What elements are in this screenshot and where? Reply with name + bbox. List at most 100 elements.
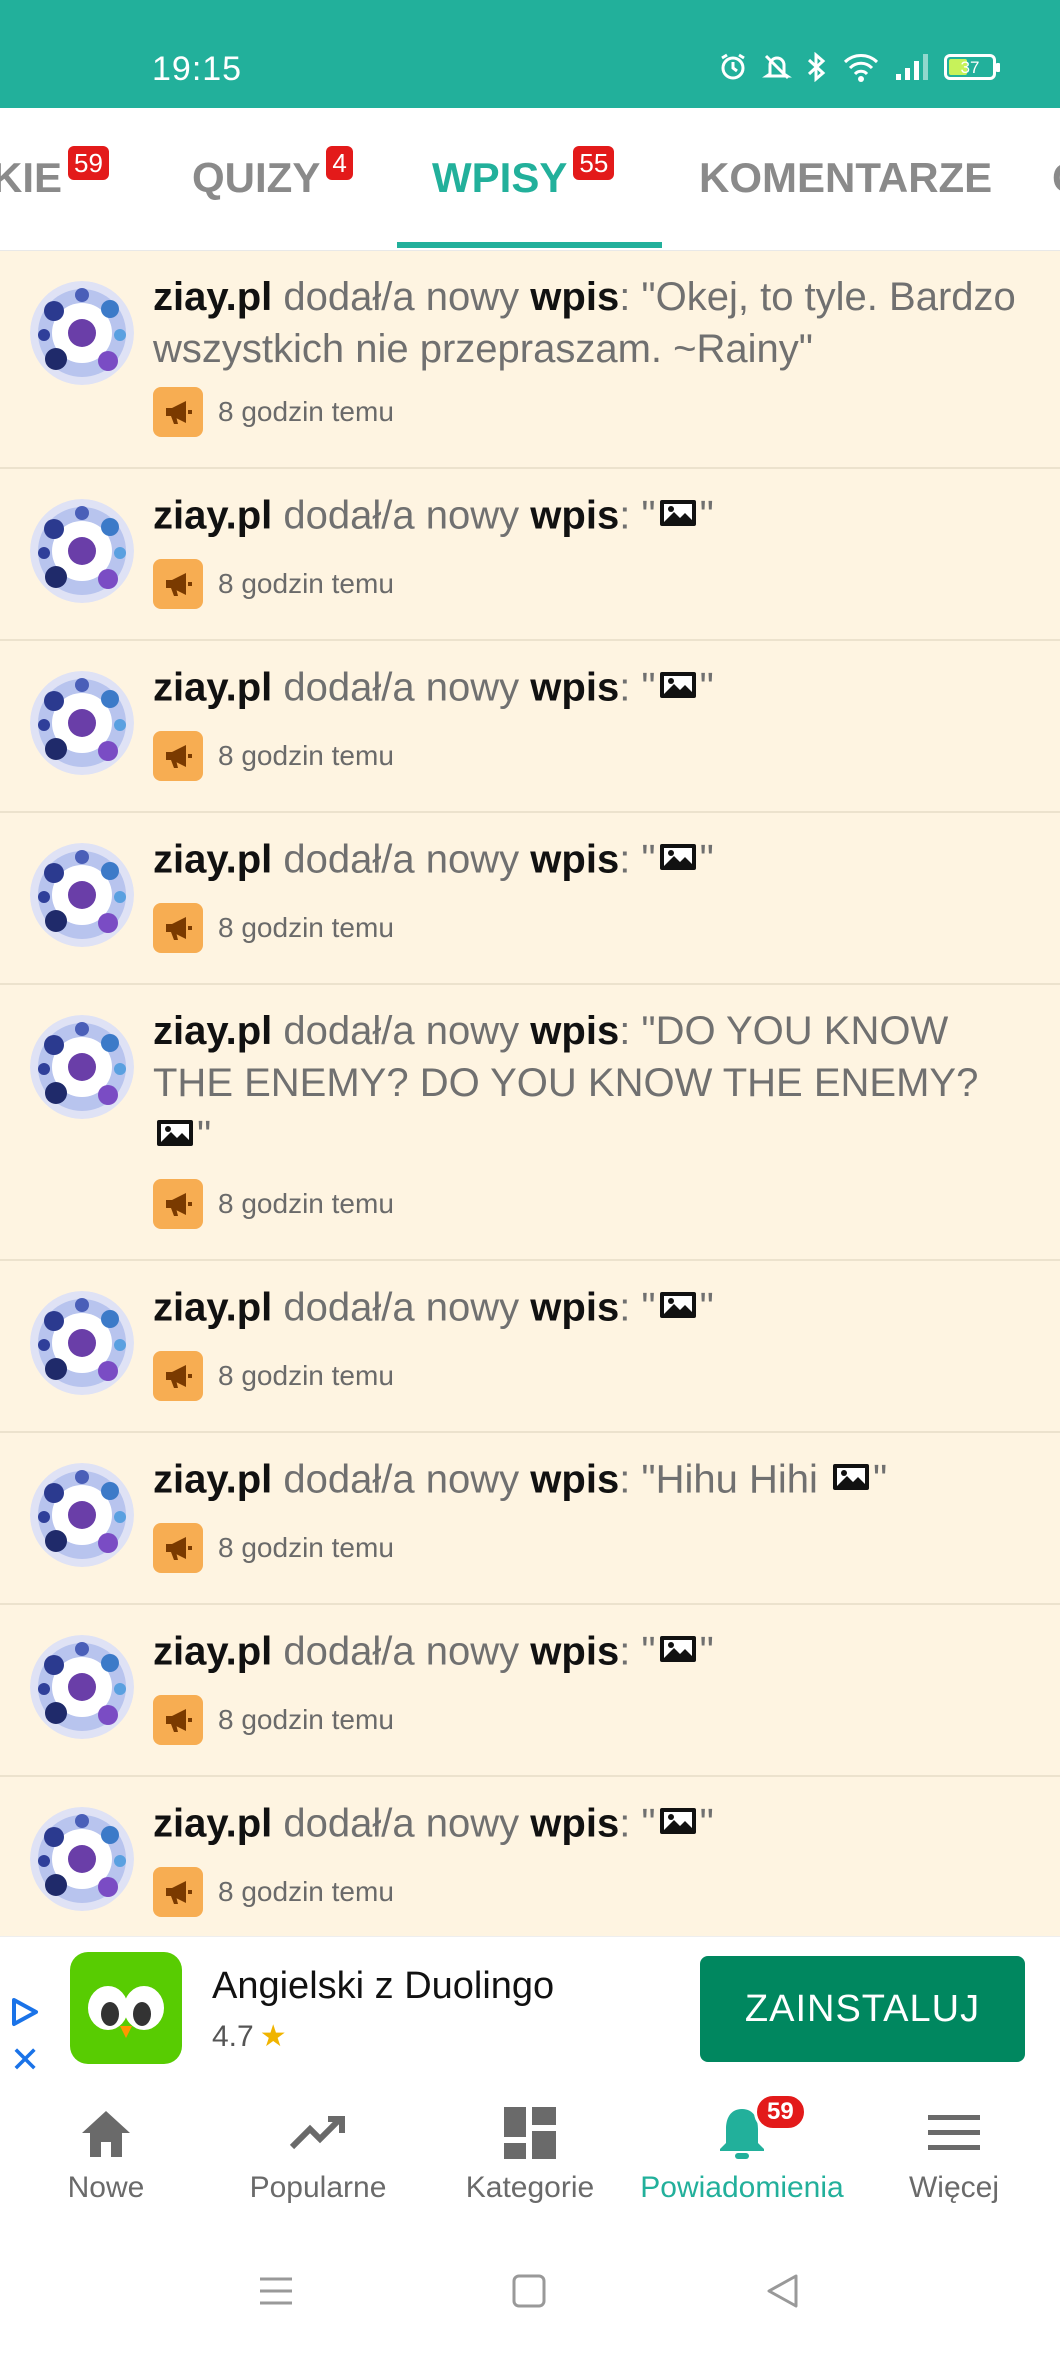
notification-text: ziay.pl dodał/a nowy wpis: " " [153,1797,1030,1855]
ad-banner[interactable]: ✕ Angielski z Duolingo 4.7 ★ ZAINSTALUJ [0,1936,1060,2085]
ad-choices-icon[interactable] [8,1995,42,2029]
timestamp: 8 godzin temu [218,1876,394,1907]
tab-label: KIE [0,154,63,201]
username[interactable]: ziay.pl [153,1802,272,1846]
timestamp: 8 godzin temu [218,568,394,599]
image-icon [658,1625,698,1677]
nav-label: Kategorie [465,2171,595,2204]
notification-list[interactable]: ziay.pl dodał/a nowy wpis: "Okej, to tyl… [0,251,1060,1949]
signal-icon [896,54,928,80]
timestamp: 8 godzin temu [218,396,394,427]
timestamp: 8 godzin temu [218,740,394,771]
notification-content: ziay.pl dodał/a nowy wpis: "DO YOU KNOW … [153,985,1060,1259]
tab-label: O [1052,154,1060,201]
tab-kie[interactable]: KIE59 [0,146,109,202]
username[interactable]: ziay.pl [153,494,272,538]
username[interactable]: ziay.pl [153,1458,272,1502]
notification-item[interactable]: ziay.pl dodał/a nowy wpis: " " 8 godzin t… [0,1605,1060,1777]
status-icons: 37 [718,52,1000,82]
action-text: dodał/a nowy [283,1285,520,1330]
tab-next[interactable]: O [1052,154,1060,202]
entry-text: : " [619,493,656,538]
mute-bell-icon [762,54,792,80]
user-avatar[interactable] [30,1291,134,1395]
image-icon [658,661,698,713]
nav-label: Więcej [908,2171,999,2204]
notification-meta: 8 godzin temu [153,1867,1030,1917]
ad-close-icon[interactable]: ✕ [10,2039,40,2081]
username[interactable]: ziay.pl [153,275,272,319]
notification-content: ziay.pl dodał/a nowy wpis: " " 8 godzin t… [153,1261,1060,1431]
user-avatar[interactable] [30,671,134,775]
status-bar: 19:15 37 [0,0,1060,108]
user-avatar[interactable] [30,1635,134,1739]
notification-item[interactable]: ziay.pl dodał/a nowy wpis: " " 8 godzin t… [0,1261,1060,1433]
notification-content: ziay.pl dodał/a nowy wpis: " " 8 godzin t… [153,1777,1060,1947]
entry-text-end: " [699,665,714,710]
home-button-icon[interactable] [511,2273,547,2309]
notification-content: ziay.pl dodał/a nowy wpis: "Hihu Hihi " … [153,1433,1060,1603]
bottom-navigation: Nowe Popularne Kategorie 59 Powiadomieni… [0,2085,1060,2235]
notification-item[interactable]: ziay.pl dodał/a nowy wpis: "Okej, to tyl… [0,251,1060,469]
action-text: dodał/a nowy [283,665,520,710]
username[interactable]: ziay.pl [153,838,272,882]
entry-kind: wpis [530,837,620,882]
notification-item[interactable]: ziay.pl dodał/a nowy wpis: " " 8 godzin t… [0,469,1060,641]
action-text: dodał/a nowy [283,1009,520,1053]
username[interactable]: ziay.pl [153,666,272,710]
duolingo-app-icon[interactable] [70,1952,182,2064]
nav-popularne[interactable]: Popularne [212,2085,424,2235]
tab-badge: 59 [68,146,109,180]
nav-wiecej[interactable]: Więcej [848,2085,1060,2235]
action-text: dodał/a nowy [283,1801,520,1846]
notification-meta: 8 godzin temu [153,559,1030,609]
notification-count-badge: 59 [754,2093,807,2131]
megaphone-icon [153,1351,203,1401]
nav-powiadomienia[interactable]: 59 Powiadomienia [636,2085,848,2235]
image-icon [658,1281,698,1333]
entry-kind: wpis [530,665,620,710]
user-avatar[interactable] [30,499,134,603]
notification-content: ziay.pl dodał/a nowy wpis: "Okej, to tyl… [153,251,1060,467]
nav-nowe[interactable]: Nowe [0,2085,212,2235]
megaphone-icon [153,1695,203,1745]
notification-meta: 8 godzin temu [153,1351,1030,1401]
recent-apps-icon[interactable] [258,2273,294,2309]
user-avatar[interactable] [30,1463,134,1567]
back-button-icon[interactable] [764,2273,800,2309]
megaphone-icon [153,1867,203,1917]
tab-label: WPISY [432,154,568,201]
username[interactable]: ziay.pl [153,1630,272,1674]
rating-value: 4.7 [212,2020,254,2053]
entry-text-end: " [873,1457,888,1502]
nav-kategorie[interactable]: Kategorie [424,2085,636,2235]
user-avatar[interactable] [30,1015,134,1119]
notification-item[interactable]: ziay.pl dodał/a nowy wpis: "DO YOU KNOW … [0,985,1060,1261]
user-avatar[interactable] [30,843,134,947]
megaphone-icon [153,731,203,781]
tab-wpisy[interactable]: WPISY 55 [432,146,615,202]
notification-item[interactable]: ziay.pl dodał/a nowy wpis: " " 8 godzin t… [0,1777,1060,1949]
tab-komentarze[interactable]: KOMENTARZE [699,154,992,202]
install-button[interactable]: ZAINSTALUJ [700,1956,1025,2062]
timestamp: 8 godzin temu [218,912,394,943]
user-avatar[interactable] [30,281,134,385]
notification-item[interactable]: ziay.pl dodał/a nowy wpis: " " 8 godzin t… [0,813,1060,985]
timestamp: 8 godzin temu [218,1704,394,1735]
tab-quizy[interactable]: QUIZY 4 [192,146,353,202]
action-text: dodał/a nowy [283,837,520,882]
home-icon [82,2111,130,2157]
image-icon [658,489,698,541]
timestamp: 8 godzin temu [218,1360,394,1391]
notification-item[interactable]: ziay.pl dodał/a nowy wpis: "Hihu Hihi " … [0,1433,1060,1605]
notification-meta: 8 godzin temu [153,387,1030,437]
ad-title[interactable]: Angielski z Duolingo [212,1965,554,2008]
username[interactable]: ziay.pl [153,1286,272,1330]
notification-text: ziay.pl dodał/a nowy wpis: " " [153,833,1030,891]
notification-item[interactable]: ziay.pl dodał/a nowy wpis: " " 8 godzin t… [0,641,1060,813]
user-avatar[interactable] [30,1807,134,1911]
action-text: dodał/a nowy [283,493,520,538]
timestamp: 8 godzin temu [218,1532,394,1563]
tab-label: KOMENTARZE [699,154,993,201]
username[interactable]: ziay.pl [153,1009,272,1053]
